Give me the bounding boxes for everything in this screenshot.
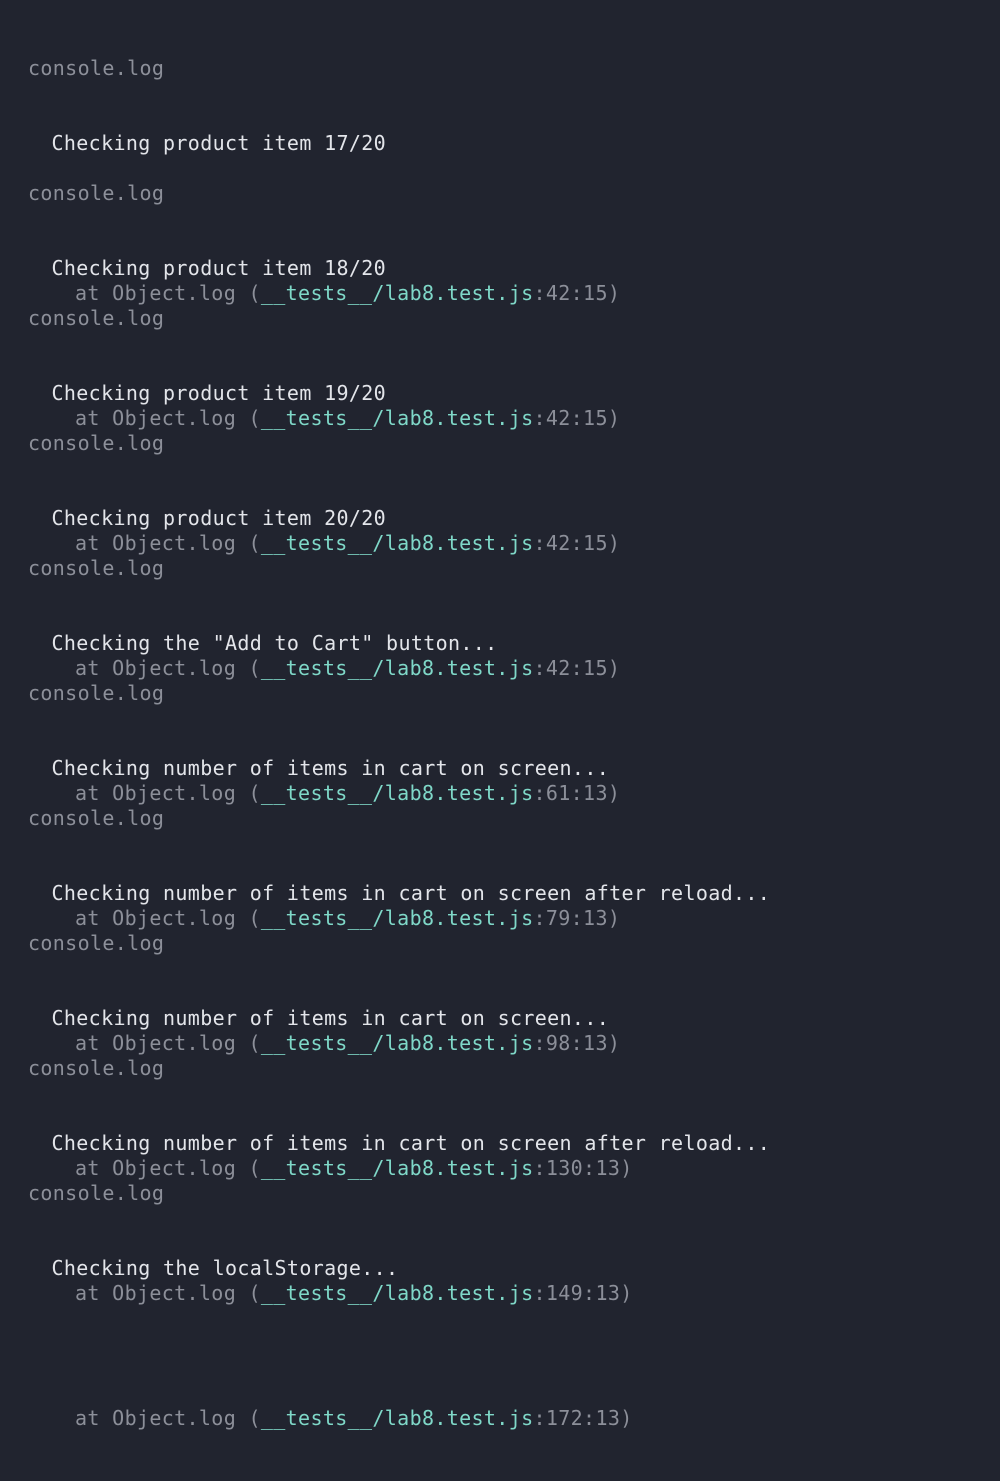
log-label: console.log bbox=[28, 306, 165, 330]
trace-position: :98:13) bbox=[533, 1031, 621, 1055]
trace-file-link[interactable]: __tests__/lab8.test.js bbox=[261, 531, 534, 555]
log-label: console.log bbox=[28, 1056, 165, 1080]
log-label: console.log bbox=[28, 931, 165, 955]
stack-trace-line: at Object.log (__tests__/lab8.test.js:17… bbox=[28, 1406, 1000, 1431]
stack-trace-line: at Object.log (__tests__/lab8.test.js:14… bbox=[28, 1281, 1000, 1306]
trace-prefix: at Object.log ( bbox=[75, 531, 261, 555]
log-message: Checking the localStorage... bbox=[51, 1256, 399, 1280]
trace-position: :149:13) bbox=[533, 1281, 633, 1305]
trace-position: :61:13) bbox=[533, 781, 621, 805]
trace-prefix: at Object.log ( bbox=[75, 406, 261, 430]
trace-file-link[interactable]: __tests__/lab8.test.js bbox=[261, 1031, 534, 1055]
trace-file-link[interactable]: __tests__/lab8.test.js bbox=[261, 1156, 534, 1180]
trace-file-link[interactable]: __tests__/lab8.test.js bbox=[261, 781, 534, 805]
trace-prefix: at Object.log ( bbox=[75, 1031, 261, 1055]
log-label: console.log bbox=[28, 806, 165, 830]
trace-prefix: at Object.log ( bbox=[75, 906, 261, 930]
trace-prefix: at Object.log ( bbox=[75, 1281, 261, 1305]
log-label: console.log bbox=[28, 1181, 165, 1205]
trace-file-link[interactable]: __tests__/lab8.test.js bbox=[261, 1406, 534, 1430]
trace-position: :172:13) bbox=[533, 1406, 633, 1430]
log-label: console.log bbox=[28, 181, 165, 205]
trace-prefix: at Object.log ( bbox=[75, 1156, 261, 1180]
trace-file-link[interactable]: __tests__/lab8.test.js bbox=[261, 406, 534, 430]
trace-position: :42:15) bbox=[533, 406, 621, 430]
trace-file-link[interactable]: __tests__/lab8.test.js bbox=[261, 281, 534, 305]
trace-position: :42:15) bbox=[533, 281, 621, 305]
log-label: console.log bbox=[28, 56, 165, 80]
trace-position: :130:13) bbox=[533, 1156, 633, 1180]
log-label: console.log bbox=[28, 431, 165, 455]
trace-prefix: at Object.log ( bbox=[75, 656, 261, 680]
log-label: console.log bbox=[28, 681, 165, 705]
trace-prefix: at Object.log ( bbox=[75, 1406, 261, 1430]
trace-file-link[interactable]: __tests__/lab8.test.js bbox=[261, 906, 534, 930]
trace-position: :42:15) bbox=[533, 531, 621, 555]
trace-file-link[interactable]: __tests__/lab8.test.js bbox=[261, 656, 534, 680]
log-entry: console.log Checking product item 17/20 … bbox=[0, 6, 1000, 305]
terminal-output: console.log Checking product item 17/20 … bbox=[0, 0, 1000, 1430]
trace-prefix: at Object.log ( bbox=[75, 781, 261, 805]
trace-file-link[interactable]: __tests__/lab8.test.js bbox=[261, 1281, 534, 1305]
trace-position: :79:13) bbox=[533, 906, 621, 930]
trace-prefix: at Object.log ( bbox=[75, 281, 261, 305]
log-label: console.log bbox=[28, 556, 165, 580]
trace-position: :42:15) bbox=[533, 656, 621, 680]
